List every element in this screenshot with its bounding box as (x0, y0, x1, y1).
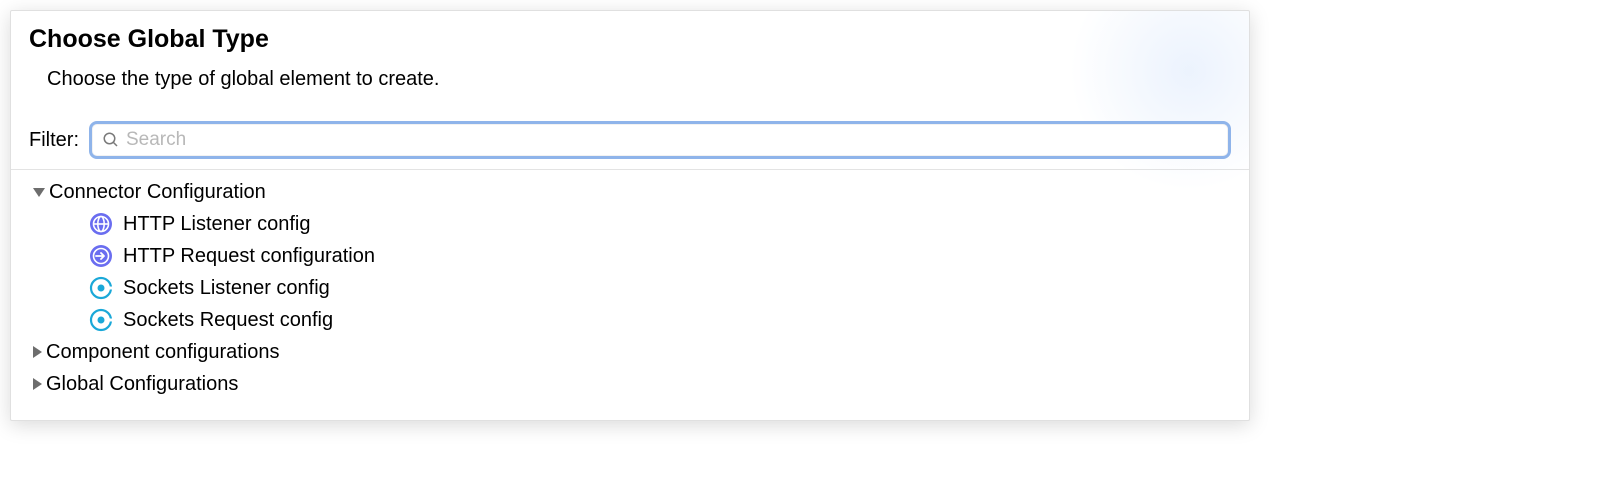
tree-group-label: Component configurations (46, 341, 279, 364)
filter-label: Filter: (29, 129, 79, 152)
http-request-icon (89, 244, 113, 268)
tree-item-label: Sockets Request config (123, 309, 333, 332)
search-icon (102, 131, 120, 149)
dialog-header: Choose Global Type Choose the type of gl… (11, 11, 1249, 121)
search-field-wrap[interactable] (89, 121, 1231, 159)
chevron-right-icon (33, 346, 42, 358)
tree-item-http-listener-config[interactable]: HTTP Listener config (11, 208, 1249, 240)
chevron-down-icon (33, 188, 45, 197)
tree-group-global-configurations[interactable]: Global Configurations (11, 368, 1249, 400)
tree-item-sockets-request-config[interactable]: Sockets Request config (11, 304, 1249, 336)
http-icon (89, 212, 113, 236)
chevron-right-icon (33, 378, 42, 390)
tree-group-label: Global Configurations (46, 373, 238, 396)
search-input[interactable] (126, 129, 1218, 151)
tree-item-label: HTTP Request configuration (123, 245, 375, 268)
tree-item-http-request-configuration[interactable]: HTTP Request configuration (11, 240, 1249, 272)
tree-group-component-configurations[interactable]: Component configurations (11, 336, 1249, 368)
dialog-subtitle: Choose the type of global element to cre… (47, 68, 1231, 91)
choose-global-type-dialog: Choose Global Type Choose the type of gl… (10, 10, 1250, 421)
dialog-title: Choose Global Type (29, 25, 1231, 54)
tree-item-sockets-listener-config[interactable]: Sockets Listener config (11, 272, 1249, 304)
type-tree: Connector Configuration HTTP Listener co… (11, 169, 1249, 400)
tree-group-connector-configuration[interactable]: Connector Configuration (11, 176, 1249, 208)
socket-icon (89, 276, 113, 300)
socket-icon (89, 308, 113, 332)
filter-row: Filter: (11, 121, 1249, 169)
tree-item-label: Sockets Listener config (123, 277, 330, 300)
tree-item-label: HTTP Listener config (123, 213, 311, 236)
tree-group-label: Connector Configuration (49, 181, 266, 204)
